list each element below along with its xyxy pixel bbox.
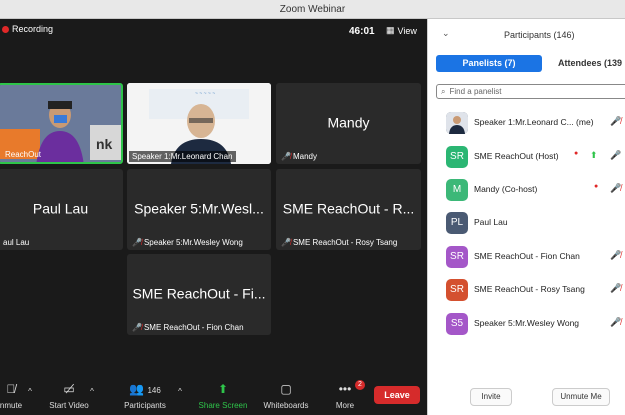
recording-label: Recording [12,24,54,34]
tile-name: Mandy [327,113,370,130]
chevron-up-icon: ^ [28,387,32,396]
view-label: View [397,25,417,36]
panelist-search-field[interactable]: ⌕ Find a panelist [436,84,625,99]
record-dot-icon [2,25,9,33]
participant-name: SME ReachOut - Fion Chan [474,251,580,261]
tab-attendees[interactable]: Attendees (139 [558,55,625,72]
avatar: M [446,179,468,201]
participant-name: Mandy (Co-host) [474,184,538,194]
participant-row[interactable]: Speaker 1:Mr.Leonard C... (me) 🎤̸ [428,110,625,135]
video-tile-mandy[interactable]: Mandy 🎤̸ Mandy [276,83,421,164]
tile-caption: 🎤̸ Speaker 5:Mr.Wesley Wong [132,238,243,247]
participant-name: Paul Lau [474,217,508,227]
mic-icon: 🎤 [610,150,622,160]
tile-name: SME ReachOut - R... [282,199,415,216]
tile-name: Paul Lau [32,199,89,216]
recording-dot-icon: ● [574,150,579,157]
mic-muted-icon: 🎤̸ [281,152,291,161]
chevron-down-icon[interactable]: ⌄ [442,28,450,39]
mic-muted-icon: 🎤̸ [610,183,622,193]
share-screen-button[interactable]: ⬆ Share Screen [194,381,252,410]
unmute-me-button[interactable]: Unmute Me [552,388,610,406]
participant-name: SME ReachOut - Rosy Tsang [474,284,585,294]
video-tile-paul-lau[interactable]: Paul Lau aul Lau [0,169,123,250]
participant-row[interactable]: M Mandy (Co-host) ● 🎤̸ [428,177,625,202]
panel-header: ⌄ Participants (146) [428,19,625,49]
mic-muted-icon: 🎙̸ [6,382,16,396]
chevron-up-icon: ^ [90,387,94,396]
video-off-icon: ▭̸ [63,382,75,396]
whiteboard-icon: ▢ [280,382,292,396]
unmute-button[interactable]: 🎙̸ nmute [0,381,26,410]
grid-icon: ▦ [386,25,395,35]
share-screen-icon: ⬆ [590,150,598,160]
invite-button[interactable]: Invite [470,388,512,406]
avatar: SR [446,279,468,301]
tile-caption: aul Lau [3,238,30,247]
tile-caption: 🎤̸ SME ReachOut - Rosy Tsang [281,238,398,247]
participant-row[interactable]: SR SME ReachOut (Host) ● ⬆ 🎤 [428,144,625,169]
avatar: PL [446,212,468,234]
participants-panel: ⌄ Participants (146) Panelists (7) Atten… [427,19,625,415]
tile-caption: 🎤̸ SME ReachOut - Fion Chan [132,323,244,332]
participant-name: SME ReachOut (Host) [474,151,559,161]
panel-title: Participants (146) [504,30,575,40]
participant-row[interactable]: SR SME ReachOut - Rosy Tsang 🎤̸ [428,277,625,302]
participant-row[interactable]: PL Paul Lau [428,210,625,235]
start-video-button[interactable]: ▭̸ Start Video [44,381,94,410]
svg-text:~ ~ ~ ~ ~: ~ ~ ~ ~ ~ [195,91,215,97]
tile-name: Speaker 5:Mr.Wesl... [134,199,264,216]
video-options-chevron[interactable]: ^ [88,387,96,396]
video-tile-reachout[interactable]: nk ReachOut [0,83,123,164]
participants-button[interactable]: 👥 146 Participants [118,381,172,410]
mic-muted-icon: 🎤̸ [132,323,142,332]
tile-caption: ReachOut [5,150,42,159]
people-icon: 👥 [129,382,145,396]
mic-muted-icon: 🎤̸ [610,250,622,260]
avatar [446,112,468,134]
participants-count: 146 [147,386,161,395]
share-screen-icon: ⬆ [217,382,229,396]
video-tile-fion-chan[interactable]: SME ReachOut - Fi... 🎤̸ SME ReachOut - Fi… [127,254,271,335]
avatar: S5 [446,313,468,335]
participant-row[interactable]: SR SME ReachOut - Fion Chan 🎤̸ [428,244,625,269]
svg-text:nk: nk [96,136,113,152]
mic-muted-icon: 🎤̸ [281,238,291,247]
mic-muted-icon: 🎤̸ [610,317,622,327]
video-tile-speaker-1[interactable]: ~ ~ ~ ~ ~ Speaker 1:Mr.Leonard Chan [127,83,271,164]
tile-caption: Speaker 1:Mr.Leonard Chan [129,151,236,162]
avatar-photo [446,112,468,134]
meeting-toolbar: 🎙̸ nmute ^ ▭̸ Start Video ^ 👥 146 Partic… [0,377,427,415]
recording-dot-icon: ● [594,183,599,190]
video-tile-rosy-tsang[interactable]: SME ReachOut - R... 🎤̸ SME ReachOut - Ros… [276,169,421,250]
view-button[interactable]: ▦ View [386,25,417,36]
video-tile-speaker-5[interactable]: Speaker 5:Mr.Wesl... 🎤̸ Speaker 5:Mr.Wesl… [127,169,271,250]
meeting-timer: 46:01 [349,26,375,37]
tile-caption: 🎤̸ Mandy [281,152,317,161]
search-placeholder: Find a panelist [449,87,502,96]
avatar: SR [446,246,468,268]
more-notification-badge: 2 [355,380,365,390]
recording-indicator[interactable]: Recording [2,24,53,34]
mic-muted-icon: 🎤̸ [610,116,622,126]
search-icon: ⌕ [441,86,446,96]
audio-options-chevron[interactable]: ^ [26,387,34,396]
participant-name: Speaker 1:Mr.Leonard C... (me) [474,117,594,127]
avatar: SR [446,146,468,168]
mic-muted-icon: 🎤̸ [132,238,142,247]
whiteboards-button[interactable]: ▢ Whiteboards [258,381,314,410]
video-stage: Recording 46:01 ▦ View nk ReachOut ~ ~ ~… [0,19,427,415]
chevron-up-icon: ^ [178,387,182,396]
mic-muted-icon: 🎤̸ [610,283,622,293]
leave-button[interactable]: Leave [374,386,420,404]
participant-row[interactable]: S5 Speaker 5:Mr.Wesley Wong 🎤̸ [428,311,625,336]
participant-name: Speaker 5:Mr.Wesley Wong [474,318,580,328]
tile-name: SME ReachOut - Fi... [132,284,266,301]
window-title: Zoom Webinar [0,0,625,19]
participants-options-chevron[interactable]: ^ [176,387,184,396]
tab-panelists[interactable]: Panelists (7) [436,55,542,72]
